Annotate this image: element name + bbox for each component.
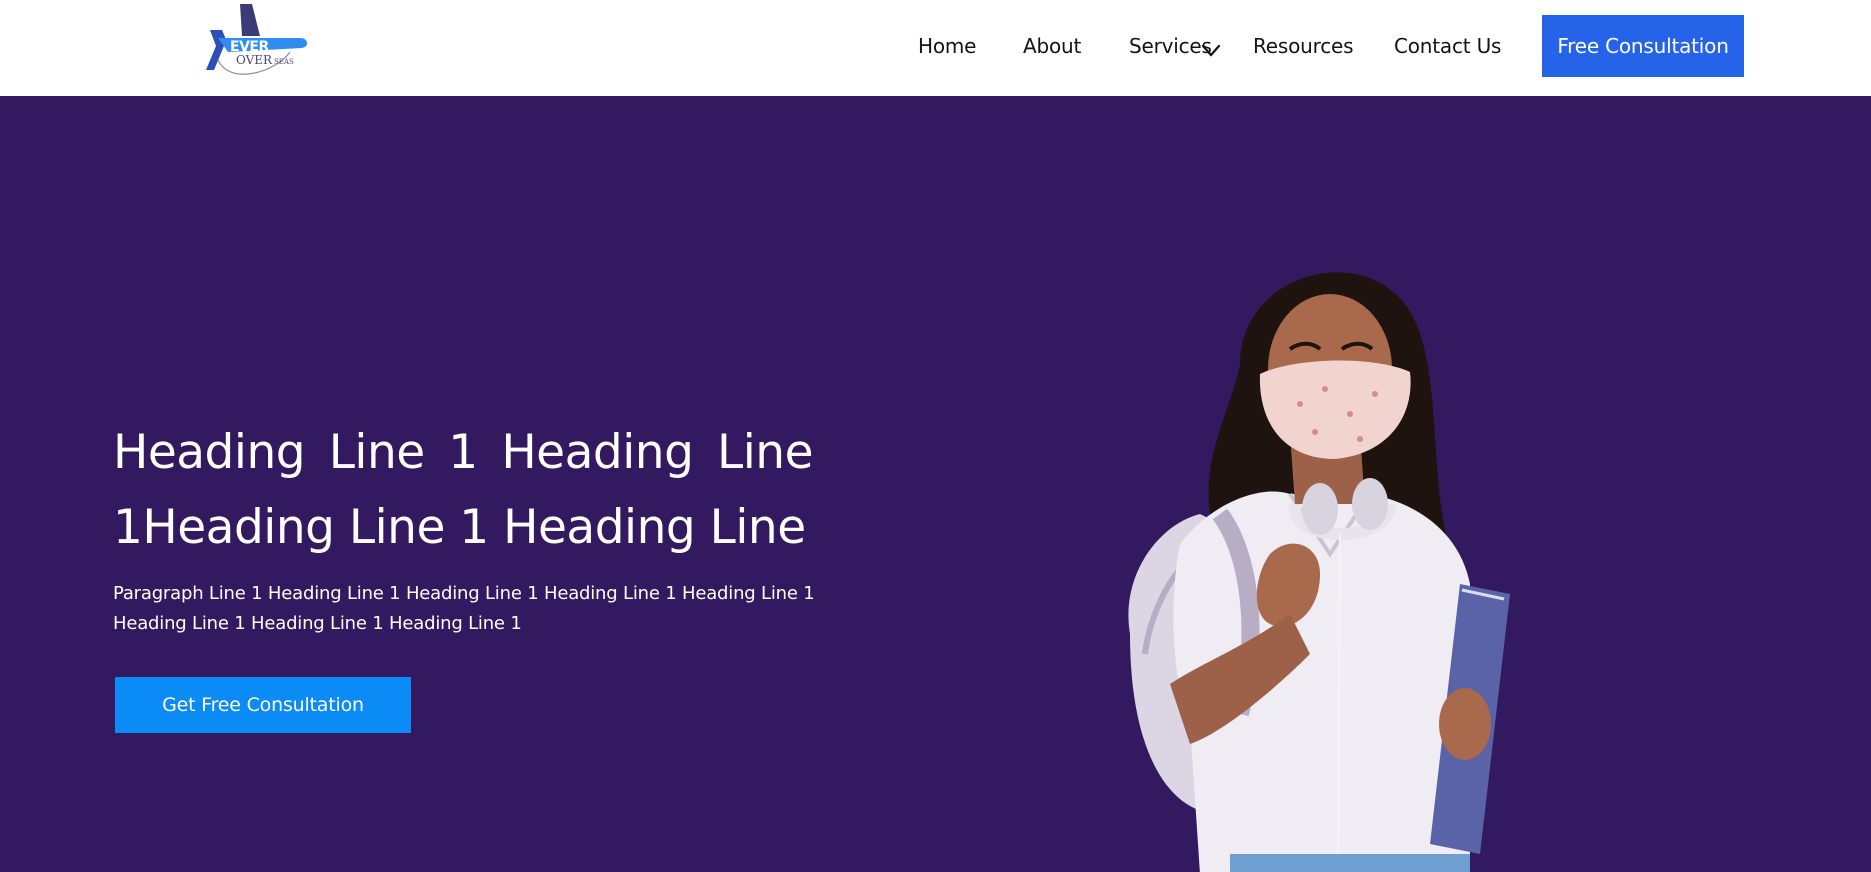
hero-heading: Heading Line 1 Heading Line 1Heading Lin… [113, 425, 814, 555]
free-consultation-button[interactable]: Free Consultation [1542, 15, 1744, 77]
nav-link-resources[interactable]: Resources [1253, 34, 1354, 58]
site-logo[interactable]: EVER OVER SEAS [204, 0, 314, 80]
nav-link-about[interactable]: About [1023, 34, 1081, 58]
hero-section: Heading Line 1 Heading Line 1Heading Lin… [0, 96, 1871, 872]
svg-text:SEAS: SEAS [274, 58, 294, 66]
get-free-consultation-button[interactable]: Get Free Consultation [115, 677, 411, 733]
chevron-down-icon[interactable] [1201, 43, 1221, 57]
hero-paragraph: Paragraph Line 1 Heading Line 1 Heading … [113, 583, 815, 634]
hero-student-image [1090, 254, 1560, 872]
nav-link-contact-us[interactable]: Contact Us [1394, 34, 1501, 58]
nav-link-services[interactable]: Services [1129, 34, 1212, 58]
top-navbar: EVER OVER SEAS Home About Services Resou… [0, 0, 1871, 96]
svg-text:OVER: OVER [236, 53, 273, 67]
nav-link-home[interactable]: Home [918, 34, 976, 58]
logo-icon: EVER OVER SEAS [206, 4, 308, 75]
